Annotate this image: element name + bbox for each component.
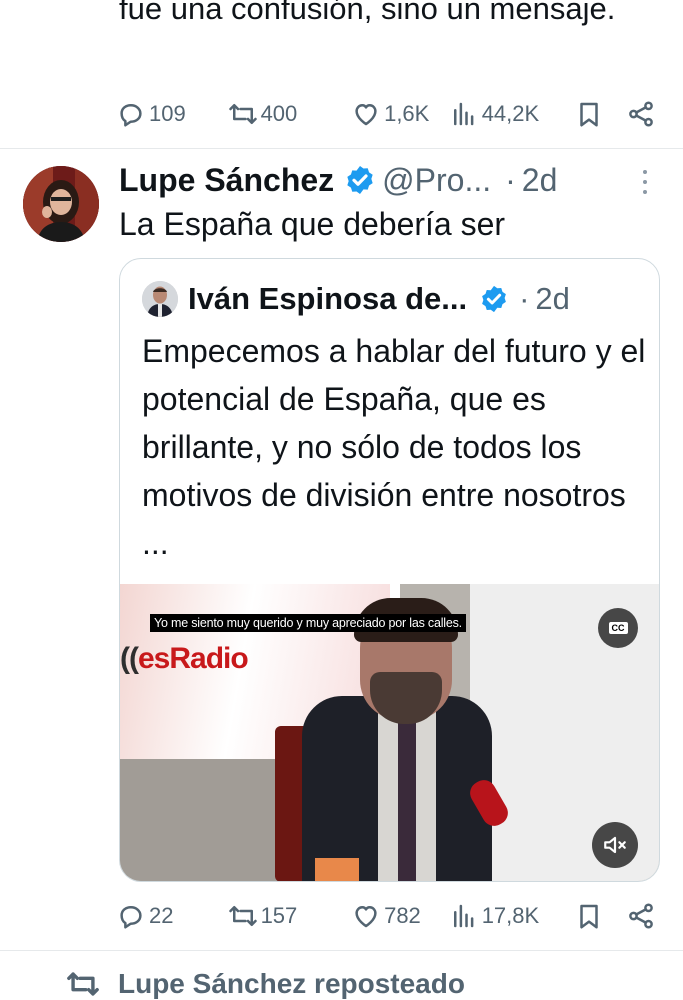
reply-icon (120, 104, 142, 127)
repost-button[interactable]: 400 (228, 99, 352, 129)
like-button[interactable]: 1,6K (351, 99, 449, 129)
repost-count: 157 (260, 903, 298, 928)
reply-button[interactable]: 22 (116, 901, 228, 931)
author-handle[interactable]: @Pro... (382, 162, 491, 199)
heart-icon (355, 906, 377, 928)
repost-icon (228, 906, 257, 926)
quoted-author-avatar (142, 281, 178, 317)
bookmark-button[interactable] (574, 99, 626, 129)
like-count: 1,6K (384, 101, 430, 126)
video-player[interactable]: ((esRadio Yo me siento muy querido y muy… (120, 584, 659, 881)
views-button[interactable]: 17,8K (449, 901, 575, 931)
heart-icon (355, 104, 377, 126)
quoted-avatar-photo (142, 281, 178, 317)
cc-icon: CC (608, 622, 628, 634)
views-count: 17,8K (481, 903, 540, 928)
tweet-header: Lupe Sánchez @Pro... · 2d (119, 158, 659, 202)
quoted-tweet-timestamp: 2d (535, 281, 570, 316)
speaker-muted-icon (604, 836, 626, 854)
reply-icon (120, 906, 142, 929)
repost-indicator[interactable]: Lupe Sánchez reposteado (66, 962, 465, 1000)
verified-icon (347, 166, 373, 194)
previous-tweet-text: fue una confusión, sino un mensaje. (119, 0, 616, 26)
quoted-tweet-text: Empecemos a hablar del futuro y el poten… (142, 333, 646, 561)
reply-count: 22 (149, 903, 174, 928)
captions-button[interactable]: CC (598, 608, 638, 648)
tweet-timestamp[interactable]: 2d (522, 162, 558, 199)
tweet-text: La España que debería ser (119, 206, 506, 242)
share-icon (629, 101, 653, 127)
bookmark-button[interactable] (574, 901, 626, 931)
bookmark-icon (580, 904, 598, 929)
repost-icon (228, 104, 257, 124)
repost-indicator-label: Lupe Sánchez reposteado (118, 968, 465, 999)
book (315, 858, 359, 881)
separator-dot: · (505, 161, 516, 198)
reply-count: 109 (149, 101, 186, 126)
more-options-icon[interactable] (640, 170, 650, 194)
avatar[interactable] (23, 166, 99, 242)
speaker-tie (398, 714, 416, 881)
previous-tweet-actions: 109 400 1,6K 44,2K (116, 94, 656, 134)
video-subtitle: Yo me siento muy querido y muy apreciado… (150, 614, 466, 632)
author-name[interactable]: Lupe Sánchez (119, 162, 334, 199)
tweet-actions: 22 157 782 17,8K (116, 896, 656, 936)
share-button[interactable] (626, 99, 656, 129)
views-icon (453, 102, 474, 126)
views-button[interactable]: 44,2K (449, 99, 575, 129)
quoted-verified-icon (482, 285, 506, 313)
views-count: 44,2K (481, 101, 540, 126)
repost-count: 400 (260, 101, 298, 126)
share-icon (629, 903, 653, 929)
repost-icon (67, 972, 99, 996)
repost-button[interactable]: 157 (228, 901, 352, 931)
like-button[interactable]: 782 (351, 901, 449, 931)
tweet-divider (0, 148, 683, 149)
quoted-tweet[interactable]: Iván Espinosa de... · 2d Empecemos a hab… (119, 258, 660, 882)
mute-button[interactable] (592, 822, 638, 868)
share-button[interactable] (626, 901, 656, 931)
esradio-logo: ((esRadio (120, 642, 249, 675)
views-icon (453, 904, 474, 928)
like-count: 782 (384, 903, 421, 928)
quoted-tweet-header: Iván Espinosa de... · 2d (188, 277, 570, 321)
bookmark-icon (580, 102, 598, 127)
quoted-author-name: Iván Espinosa de... (188, 281, 468, 316)
tweet-divider (0, 950, 683, 951)
quoted-separator-dot: · (519, 281, 530, 316)
avatar-photo (23, 166, 99, 242)
reply-button[interactable]: 109 (116, 99, 228, 129)
